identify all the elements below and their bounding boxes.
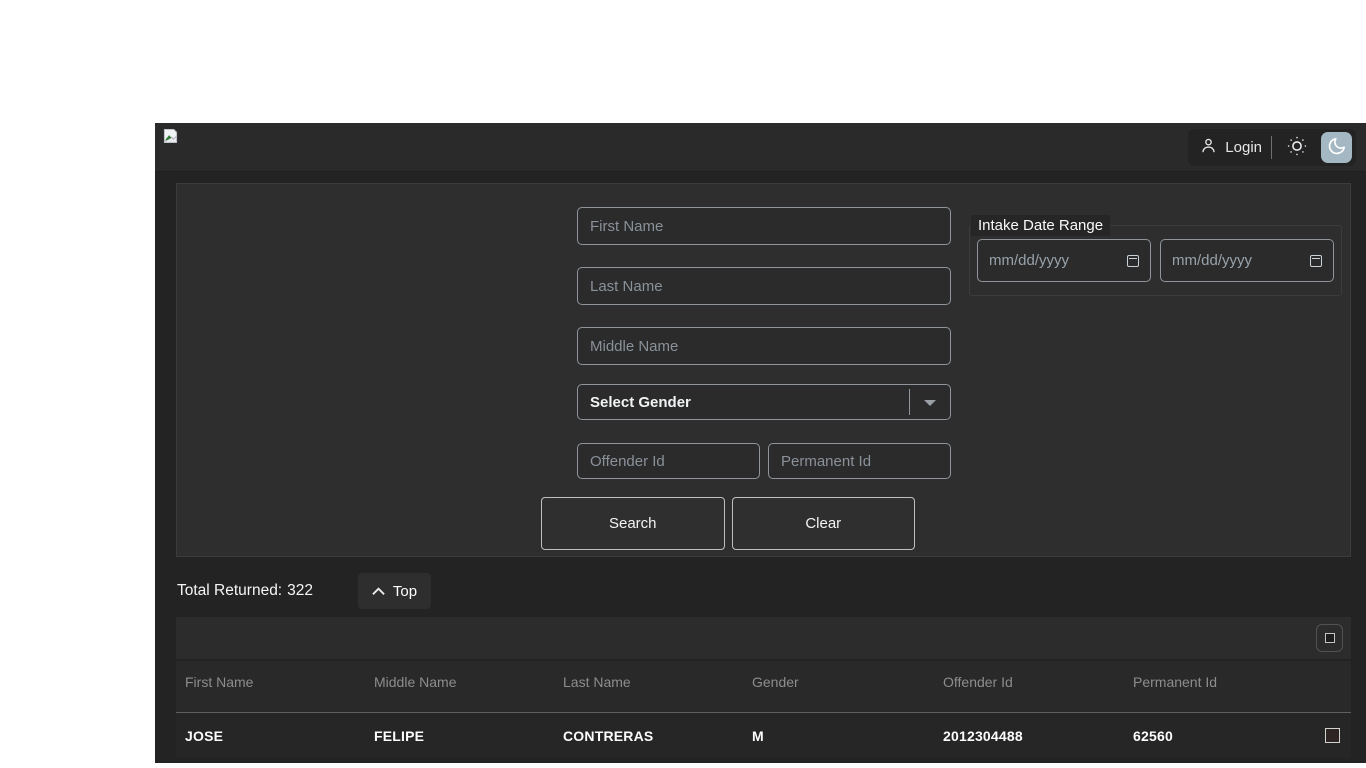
header-actions: Login xyxy=(1188,129,1356,166)
dark-theme-button[interactable] xyxy=(1321,132,1352,163)
select-column-toggle-button[interactable] xyxy=(1316,624,1343,652)
moon-icon xyxy=(1326,135,1348,160)
last-name-input[interactable] xyxy=(577,267,951,305)
search-form: Select Gender Search Clear xyxy=(577,207,951,550)
total-returned: Total Returned: 322 xyxy=(177,573,313,609)
cell-last-name: CONTRERAS xyxy=(554,728,743,744)
results-table: First Name Middle Name Last Name Gender … xyxy=(176,617,1351,763)
table-row[interactable]: JOSE FELIPE CONTRERAS M 2012304488 62560 xyxy=(176,712,1351,758)
login-label: Login xyxy=(1225,139,1262,156)
total-returned-count: 322 xyxy=(287,582,313,600)
intake-date-range-fieldset: Intake Date Range mm/dd/yyyy mm/dd/yyyy xyxy=(969,215,1342,296)
cell-gender: M xyxy=(743,728,934,744)
broken-image-icon xyxy=(163,128,178,144)
clear-button[interactable]: Clear xyxy=(732,497,916,550)
gender-select[interactable]: Select Gender xyxy=(577,384,951,420)
table-header-row: First Name Middle Name Last Name Gender … xyxy=(176,661,1351,712)
form-buttons-row: Search Clear xyxy=(541,497,915,550)
intake-from-placeholder: mm/dd/yyyy xyxy=(989,252,1069,269)
chevron-up-icon xyxy=(372,583,385,600)
cell-offender-id: 2012304488 xyxy=(934,728,1124,744)
table-toolbar xyxy=(176,617,1351,659)
scroll-top-label: Top xyxy=(393,583,417,600)
header-divider xyxy=(1271,136,1272,159)
first-name-input[interactable] xyxy=(577,207,951,245)
offender-id-input[interactable] xyxy=(577,443,760,479)
total-returned-label: Total Returned: xyxy=(177,582,282,600)
login-button[interactable]: Login xyxy=(1200,137,1262,158)
search-button[interactable]: Search xyxy=(541,497,725,550)
row-select-cell xyxy=(1314,728,1351,743)
middle-name-input[interactable] xyxy=(577,327,951,365)
column-header-permanent-id: Permanent Id xyxy=(1124,661,1314,712)
column-header-select xyxy=(1314,661,1351,712)
intake-from-date-input[interactable]: mm/dd/yyyy xyxy=(977,239,1151,282)
light-theme-button[interactable] xyxy=(1281,132,1312,163)
permanent-id-input[interactable] xyxy=(768,443,951,479)
app-window: Login xyxy=(155,123,1366,763)
column-header-first-name: First Name xyxy=(176,661,365,712)
cell-first-name: JOSE xyxy=(176,728,365,744)
intake-to-placeholder: mm/dd/yyyy xyxy=(1172,252,1252,269)
square-toggle-icon xyxy=(1325,633,1335,643)
sun-icon xyxy=(1285,134,1309,161)
intake-to-date-input[interactable]: mm/dd/yyyy xyxy=(1160,239,1334,282)
calendar-icon[interactable] xyxy=(1310,255,1322,267)
gender-select-value: Select Gender xyxy=(590,394,691,411)
column-header-offender-id: Offender Id xyxy=(934,661,1124,712)
intake-date-range-legend: Intake Date Range xyxy=(971,215,1110,236)
app-header: Login xyxy=(155,123,1366,172)
date-inputs-row: mm/dd/yyyy mm/dd/yyyy xyxy=(970,236,1341,282)
calendar-icon[interactable] xyxy=(1127,255,1139,267)
search-panel: Select Gender Search Clear Intake Date R… xyxy=(176,183,1351,557)
row-checkbox[interactable] xyxy=(1325,728,1340,743)
scroll-top-button[interactable]: Top xyxy=(358,573,431,609)
column-header-last-name: Last Name xyxy=(554,661,743,712)
cell-permanent-id: 62560 xyxy=(1124,728,1314,744)
column-header-gender: Gender xyxy=(743,661,934,712)
caret-down-icon xyxy=(924,400,936,406)
person-icon xyxy=(1200,137,1217,158)
id-fields-row xyxy=(577,443,951,479)
column-header-middle-name: Middle Name xyxy=(365,661,554,712)
select-divider xyxy=(909,389,910,415)
cell-middle-name: FELIPE xyxy=(365,728,554,744)
